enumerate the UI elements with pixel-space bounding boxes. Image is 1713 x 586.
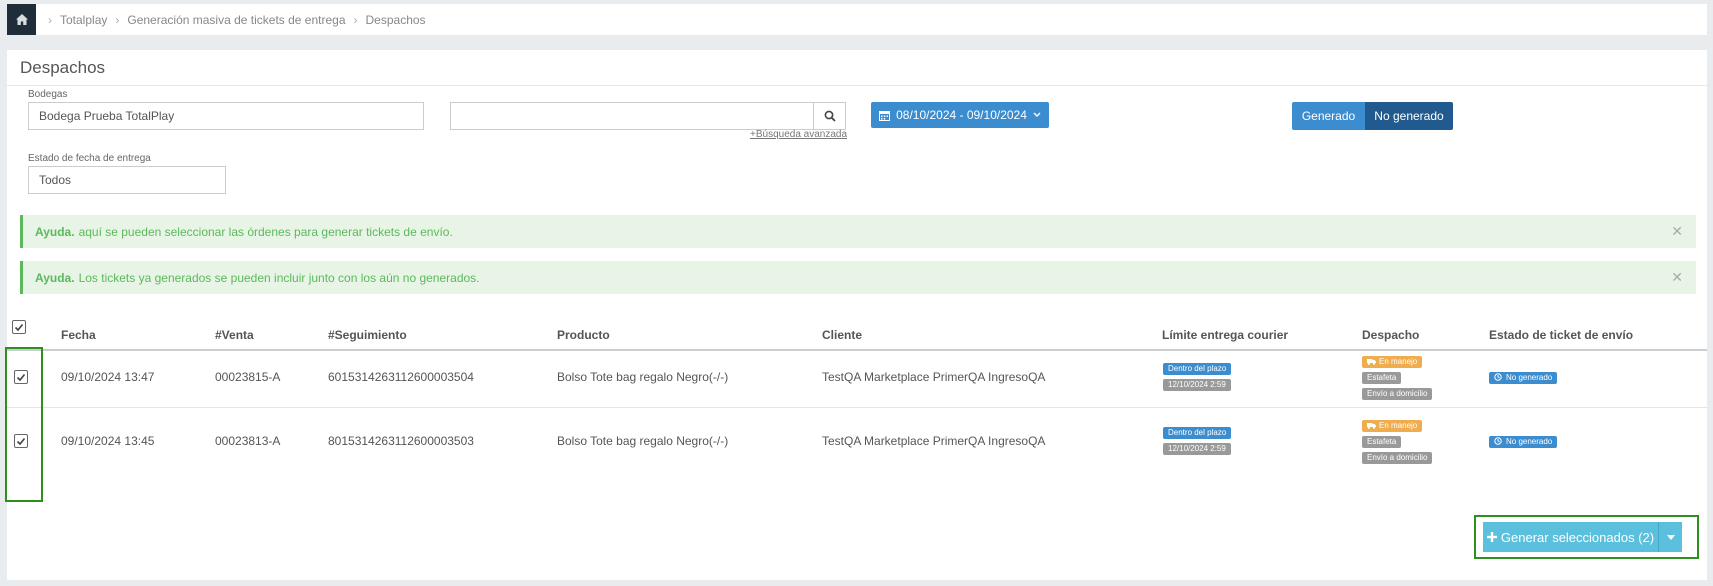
despacho-tipo-badge: Envío a domicilio — [1362, 388, 1433, 400]
ticket-estado-badge: No generado — [1489, 372, 1558, 384]
column-header-despacho[interactable]: Despacho — [1362, 328, 1419, 342]
select-all-checkbox[interactable] — [12, 320, 26, 334]
truck-icon — [1367, 423, 1376, 429]
help-alert: Ayuda. Los tickets ya generados se puede… — [20, 261, 1696, 294]
ticket-estado-text: No generado — [1506, 437, 1553, 446]
chevron-down-icon — [1033, 112, 1041, 117]
toggle-no-generado[interactable]: No generado — [1365, 102, 1453, 130]
column-header-producto[interactable]: Producto — [557, 328, 610, 342]
home-icon — [15, 14, 28, 25]
cell-producto: Bolso Tote bag regalo Negro(-/-) — [557, 370, 729, 384]
column-header-fecha[interactable]: Fecha — [61, 328, 96, 342]
bodegas-label: Bodegas — [28, 89, 68, 100]
limite-date-badge: 12/10/2024 2:59 — [1163, 443, 1231, 455]
column-header-estado-ticket[interactable]: Estado de ticket de envío — [1489, 328, 1633, 342]
toggle-generado[interactable]: Generado — [1292, 102, 1365, 130]
help-alert: Ayuda. aquí se pueden seleccionar las ór… — [20, 215, 1696, 248]
breadcrumb: › Totalplay › Generación masiva de ticke… — [40, 13, 426, 27]
alert-title: Ayuda. — [35, 270, 75, 285]
alert-text: Los tickets ya generados se pueden inclu… — [78, 270, 480, 285]
breadcrumb-bar: › Totalplay › Generación masiva de ticke… — [7, 4, 1707, 35]
despacho-tipo-badge: Envío a domicilio — [1362, 452, 1433, 464]
chevron-right-icon: › — [353, 12, 358, 27]
cell-producto: Bolso Tote bag regalo Negro(-/-) — [557, 434, 729, 448]
date-range-value: 08/10/2024 - 09/10/2024 — [896, 108, 1027, 122]
bodegas-select[interactable]: Bodega Prueba TotalPlay — [28, 102, 424, 130]
chevron-right-icon: › — [115, 12, 120, 27]
chevron-right-icon: › — [48, 12, 52, 27]
estado-select[interactable]: Todos — [28, 166, 226, 194]
cell-seguimiento: 8015314263112600003503 — [328, 434, 474, 448]
date-range-picker[interactable]: 08/10/2024 - 09/10/2024 — [871, 102, 1049, 128]
cell-fecha: 09/10/2024 13:45 — [61, 434, 155, 448]
estado-label: Estado de fecha de entrega — [28, 153, 151, 164]
cell-cliente: TestQA Marketplace PrimerQA IngresoQA — [822, 434, 1046, 448]
despachos-card: Despachos Bodegas Bodega Prueba TotalPla… — [5, 50, 1707, 580]
despacho-status-text: En manejo — [1379, 357, 1418, 366]
advanced-search-link[interactable]: +Búsqueda avanzada — [750, 129, 847, 140]
home-button[interactable] — [7, 4, 36, 35]
limite-status-badge: Dentro del plazo — [1163, 427, 1232, 439]
cell-seguimiento: 6015314263112600003504 — [328, 370, 474, 384]
cell-cliente: TestQA Marketplace PrimerQA IngresoQA — [822, 370, 1046, 384]
despacho-status-text: En manejo — [1379, 421, 1418, 430]
search-input[interactable] — [450, 102, 814, 130]
alert-text: aquí se pueden seleccionar las órdenes p… — [78, 224, 453, 239]
alert-title: Ayuda. — [35, 224, 75, 239]
close-icon[interactable]: ✕ — [1671, 270, 1683, 284]
despacho-status-badge: En manejo — [1362, 420, 1423, 432]
limite-status-badge: Dentro del plazo — [1163, 363, 1232, 375]
despacho-status-badge: En manejo — [1362, 356, 1423, 368]
divider — [7, 85, 1707, 86]
despacho-carrier-badge: Estafeta — [1362, 372, 1402, 384]
checkbox-checked-icon — [14, 323, 24, 331]
ticket-estado-badge: No generado — [1489, 436, 1558, 448]
ticket-estado-text: No generado — [1506, 373, 1553, 382]
breadcrumb-item-generacion[interactable]: Generación masiva de tickets de entrega — [127, 13, 345, 27]
limite-date-badge: 12/10/2024 2:59 — [1163, 379, 1231, 391]
breadcrumb-item-despachos: Despachos — [365, 12, 426, 27]
despacho-carrier-badge: Estafeta — [1362, 436, 1402, 448]
cell-fecha: 09/10/2024 13:47 — [61, 370, 155, 384]
generate-button-highlight — [1474, 515, 1699, 559]
row-divider — [7, 407, 1707, 408]
page-title: Despachos — [20, 58, 106, 77]
search-icon — [824, 110, 836, 122]
column-header-cliente[interactable]: Cliente — [822, 328, 862, 342]
clock-icon — [1494, 437, 1502, 445]
clock-icon — [1494, 373, 1502, 381]
checkbox-column-highlight — [5, 347, 43, 502]
cell-venta[interactable]: 00023813-A — [215, 434, 280, 448]
generated-toggle: Generado No generado — [1292, 102, 1453, 130]
column-header-venta[interactable]: #Venta — [215, 328, 254, 342]
close-icon[interactable]: ✕ — [1671, 224, 1683, 238]
column-header-seguimiento[interactable]: #Seguimiento — [328, 328, 407, 342]
truck-icon — [1367, 359, 1376, 365]
cell-venta[interactable]: 00023815-A — [215, 370, 280, 384]
column-header-limite[interactable]: Límite entrega courier — [1162, 328, 1288, 342]
calendar-icon — [879, 110, 891, 121]
table-header-divider — [7, 349, 1707, 351]
search-button[interactable] — [813, 102, 846, 130]
breadcrumb-item-totalplay[interactable]: Totalplay — [60, 13, 107, 27]
